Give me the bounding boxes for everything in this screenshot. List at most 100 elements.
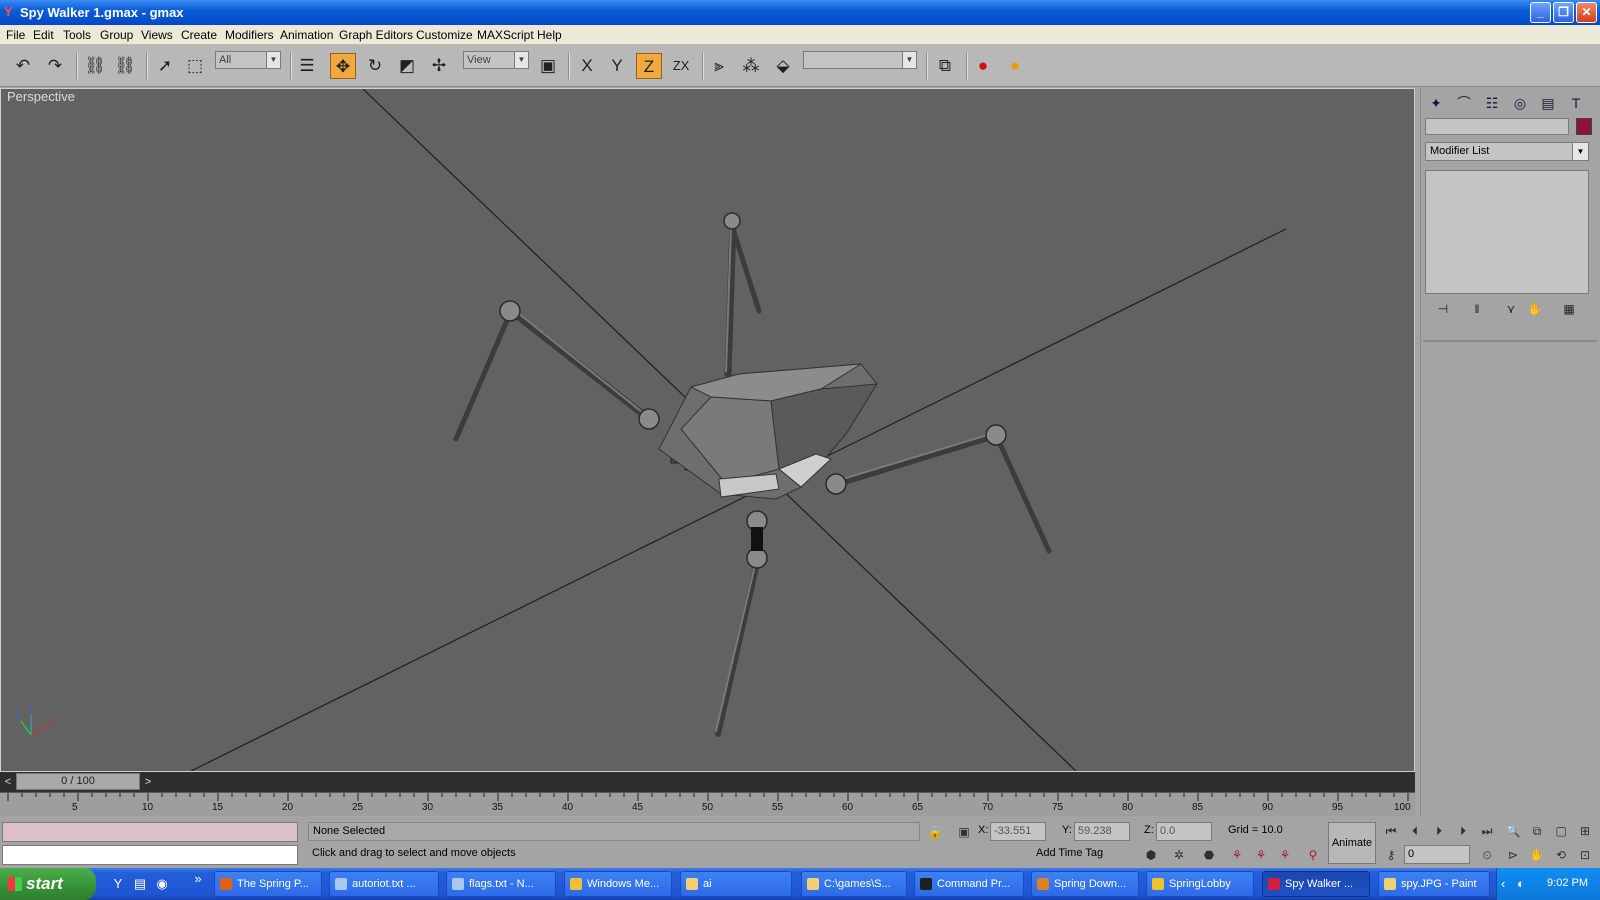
x-coordinate-field[interactable]: -33.551 [990, 822, 1046, 841]
time-prev-button[interactable]: < [2, 774, 14, 790]
maxscript-listener-mini[interactable] [2, 822, 298, 842]
arc-rotate-icon[interactable]: ⟲ [1552, 846, 1570, 864]
degradation-override-icon[interactable]: ⬢ [1142, 846, 1160, 864]
snap-toggle-icon[interactable]: ✲ [1170, 846, 1188, 864]
key-filter-icon[interactable]: ⚘ [1276, 846, 1294, 864]
restrict-x-button[interactable]: X [574, 53, 600, 79]
undo-icon[interactable]: ↶ [10, 53, 36, 79]
menu-create[interactable]: Create [181, 28, 217, 42]
pivot-center-icon[interactable]: ▣ [535, 53, 561, 79]
reference-coordinate-dropdown[interactable]: View ▼ [463, 51, 529, 69]
minimize-button[interactable]: _ [1530, 2, 1551, 23]
animate-button[interactable]: Animate [1328, 822, 1376, 864]
network-icon[interactable]: ◐ [1517, 876, 1525, 891]
lock-selection-icon[interactable]: 🔒 [926, 823, 944, 841]
show-end-result-icon[interactable]: ‖ [1467, 302, 1487, 320]
redo-icon[interactable]: ↷ [42, 53, 68, 79]
play-icon[interactable]: ⏵ [1430, 822, 1448, 840]
taskbar-button[interactable]: Spy Walker ... [1262, 871, 1370, 897]
motion-tab-icon[interactable]: ◎ [1509, 92, 1531, 114]
modify-tab-icon[interactable]: ⌒ [1453, 92, 1475, 114]
next-frame-icon[interactable]: ⏵ [1454, 822, 1472, 840]
maximize-button[interactable]: ❐ [1553, 2, 1574, 23]
utilities-tab-icon[interactable]: T [1565, 92, 1587, 114]
go-to-end-icon[interactable]: ⏭ [1478, 822, 1496, 840]
select-by-name-icon[interactable]: ☰ [294, 53, 320, 79]
set-key-icon[interactable]: ⚘ [1252, 846, 1270, 864]
menu-edit[interactable]: Edit [33, 28, 54, 42]
angle-snap-icon[interactable]: ⬣ [1200, 846, 1218, 864]
make-unique-icon[interactable]: ⋎ [1501, 302, 1521, 320]
render-icon[interactable]: ● [1002, 53, 1028, 79]
menu-file[interactable]: File [6, 28, 25, 42]
menu-customize[interactable]: Customize [416, 28, 473, 42]
manipulate-icon[interactable]: ✢ [426, 53, 452, 79]
taskbar-button[interactable]: autoriot.txt ... [329, 871, 439, 897]
scale-icon[interactable]: ◩ [394, 53, 420, 79]
perspective-viewport[interactable]: Perspective y z x [0, 88, 1415, 772]
menu-help[interactable]: Help [537, 28, 562, 42]
z-coordinate-field[interactable]: 0.0 [1156, 822, 1212, 841]
quicklaunch-firefox-icon[interactable]: ◉ [154, 876, 170, 892]
create-tab-icon[interactable]: ✦ [1425, 92, 1447, 114]
taskbar-button[interactable]: C:\games\S... [801, 871, 907, 897]
track-bar[interactable]: 5 10 15 20 25 30 35 40 45 50 55 60 65 70 75 80 85 90 95 100 [0, 792, 1415, 816]
taskbar-button[interactable]: spy.JPG - Paint [1378, 871, 1490, 897]
pan-icon[interactable]: ✋ [1528, 846, 1546, 864]
zoom-icon[interactable]: 🔍 [1504, 822, 1522, 840]
previous-frame-icon[interactable]: ⏴ [1406, 822, 1424, 840]
menu-animation[interactable]: Animation [280, 28, 333, 42]
key-mode-icon[interactable]: ⚘ [1228, 846, 1246, 864]
mirror-icon[interactable]: ⫸ [706, 53, 732, 79]
go-to-start-icon[interactable]: ⏮ [1382, 822, 1400, 840]
restrict-y-button[interactable]: Y [604, 53, 630, 79]
rotate-icon[interactable]: ↻ [362, 53, 388, 79]
taskbar-button[interactable]: Windows Me... [564, 871, 672, 897]
modifier-stack[interactable] [1425, 170, 1589, 294]
menu-modifiers[interactable]: Modifiers [225, 28, 274, 42]
menu-group[interactable]: Group [100, 28, 133, 42]
time-config-icon[interactable]: ⏲ [1478, 846, 1496, 864]
absolute-mode-icon[interactable]: ▣ [955, 823, 973, 841]
time-slider[interactable]: < 0 / 100 > [0, 772, 1415, 792]
object-name-field[interactable] [1425, 118, 1569, 135]
y-coordinate-field[interactable]: 59.238 [1074, 822, 1130, 841]
key-mode-toggle-icon[interactable]: ⚷ [1382, 846, 1400, 864]
quicklaunch-gmax-icon[interactable]: Y [110, 876, 126, 892]
selection-filter-dropdown[interactable]: All ▼ [215, 51, 281, 69]
taskbar-button[interactable]: ai [680, 871, 792, 897]
close-button[interactable]: ✕ [1576, 2, 1597, 23]
time-next-button[interactable]: > [142, 774, 154, 790]
tray-expand-icon[interactable]: ‹ [1501, 876, 1505, 891]
taskbar-button[interactable]: SpringLobby [1146, 871, 1254, 897]
remove-modifier-icon[interactable]: ✋ [1525, 302, 1545, 320]
region-select-icon[interactable]: ⬚ [182, 53, 208, 79]
align-icon[interactable]: ⬙ [770, 53, 796, 79]
named-selection-dropdown[interactable]: ▼ [803, 51, 917, 69]
current-frame-field[interactable]: 0 [1404, 845, 1470, 864]
maximize-viewport-icon[interactable]: ⊡ [1576, 846, 1594, 864]
menu-tools[interactable]: Tools [63, 28, 91, 42]
zoom-all-icon[interactable]: ⧉ [1528, 822, 1546, 840]
restrict-z-button[interactable]: Z [636, 53, 662, 79]
link-icon[interactable]: ⛓ [82, 53, 108, 79]
array-icon[interactable]: ⁂ [738, 53, 764, 79]
viewport-label[interactable]: Perspective [7, 89, 75, 104]
menu-maxscript[interactable]: MAXScript [477, 28, 534, 42]
pin-stack-icon[interactable]: ⊣ [1433, 302, 1453, 320]
menu-views[interactable]: Views [141, 28, 173, 42]
select-object-icon[interactable]: ➚ [152, 53, 178, 79]
schematic-view-icon[interactable]: ⧉ [932, 53, 958, 79]
add-time-tag-button[interactable]: Add Time Tag [1036, 847, 1103, 859]
quicklaunch-overflow[interactable]: » [190, 871, 206, 887]
maxscript-input-mini[interactable] [2, 845, 298, 865]
zoom-extents-icon[interactable]: ▢ [1552, 822, 1570, 840]
select-and-move-icon[interactable]: ✥ [330, 53, 356, 79]
restrict-plane-button[interactable]: ZX [668, 53, 694, 79]
display-tab-icon[interactable]: ▤ [1537, 92, 1559, 114]
time-slider-thumb[interactable]: 0 / 100 [16, 773, 140, 790]
taskbar-button[interactable]: flags.txt - N... [446, 871, 556, 897]
object-color-swatch[interactable] [1576, 118, 1592, 135]
quicklaunch-notepad-icon[interactable]: ▤ [132, 876, 148, 892]
taskbar-button[interactable]: The Spring P... [214, 871, 322, 897]
